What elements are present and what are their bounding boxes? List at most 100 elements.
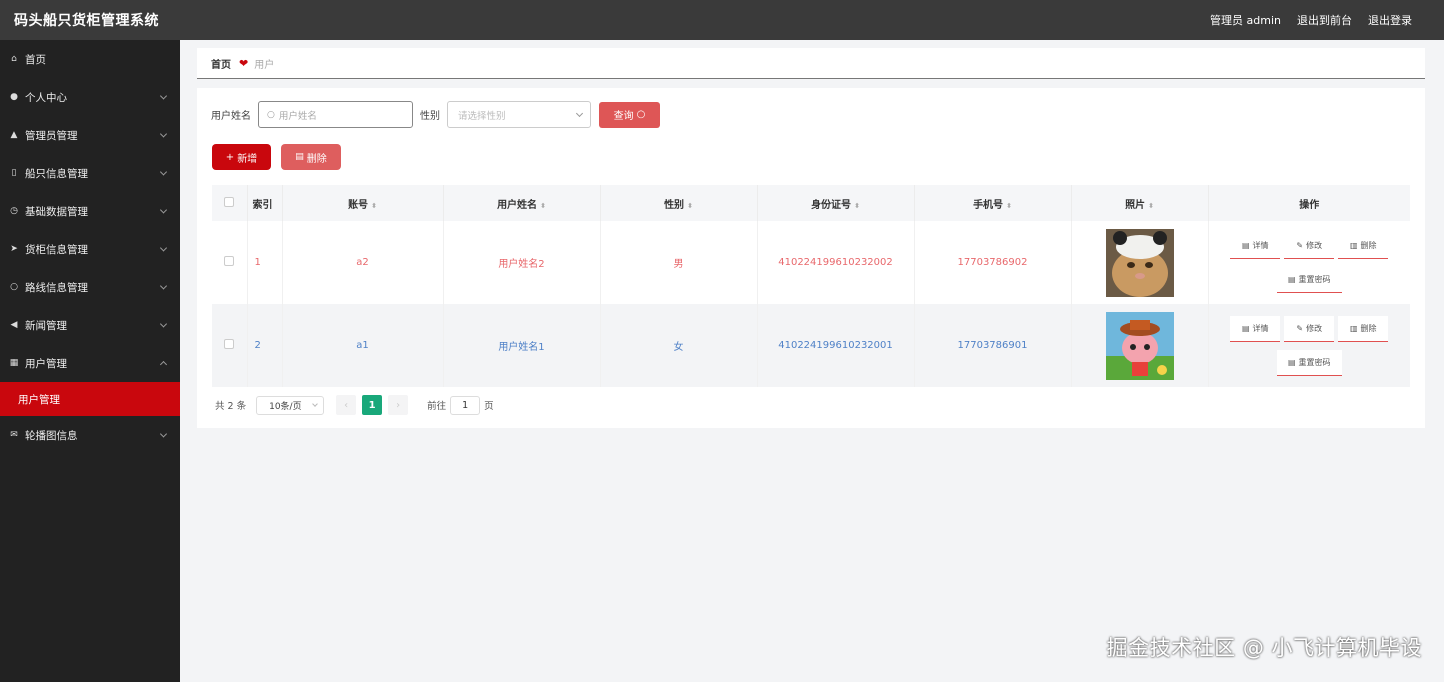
reset-password-button[interactable]: ▤ 重置密码 [1276, 266, 1342, 293]
logout-link[interactable]: 退出登录 [1368, 12, 1412, 28]
column-header-id-card[interactable]: 身份证号 ⬍ [757, 185, 915, 221]
goto-page-input[interactable]: 1 [450, 395, 481, 415]
cell-gender: 男 [600, 221, 758, 304]
sidebar-item-news-management[interactable]: ◀ 新闻管理 [0, 306, 180, 344]
sidebar-item-label: 管理员管理 [25, 129, 78, 142]
chevron-down-icon [159, 92, 168, 100]
search-icon: ○ [267, 109, 275, 120]
sidebar-subitem-user-management[interactable]: 用户管理 [0, 382, 180, 416]
cell-name: 用户姓名2 [443, 221, 601, 304]
page-number-button[interactable]: 1 [362, 395, 383, 415]
trash-icon: ▥ [1349, 240, 1358, 250]
detail-label: 详情 [1252, 240, 1269, 250]
sidebar-item-route-management[interactable]: ○ 路线信息管理 [0, 268, 180, 306]
chevron-down-icon [312, 401, 318, 407]
sidebar-item-label: 船只信息管理 [25, 167, 88, 180]
query-button-label: 查询 [613, 111, 634, 122]
detail-button[interactable]: ▤ 详情 [1230, 232, 1281, 259]
search-icon: ○ [636, 109, 646, 120]
delete-button[interactable]: ▥ 删除 [1338, 315, 1389, 342]
sidebar-item-container-management[interactable]: ➤ 货柜信息管理 [0, 230, 180, 268]
sidebar-item-admin-management[interactable]: ▲ 管理员管理 [0, 116, 180, 154]
row-checkbox[interactable] [224, 256, 235, 266]
clock-icon: ◷ [10, 206, 18, 216]
chevron-down-icon [159, 282, 168, 290]
sort-icon: ⬍ [854, 201, 860, 210]
user-icon: ● [10, 92, 18, 102]
document-icon: ▤ [1241, 323, 1250, 333]
chevron-down-icon [159, 244, 168, 252]
row-checkbox-cell [212, 304, 248, 387]
add-button-label: 新增 [237, 153, 258, 165]
row-actions: ▤ 详情 ✎ 修改 ▥ 删除 ▤ 重置密码 [1224, 315, 1394, 376]
admin-account-label: 管理员 admin [1210, 14, 1281, 27]
admin-icon: ▲ [10, 130, 18, 140]
delete-label: 删除 [1360, 240, 1377, 250]
sidebar: ⌂ 首页 ● 个人中心 ▲ 管理员管理 ▯ 船只信息管理 ◷ 基础数据管理 ➤ … [0, 40, 180, 682]
next-page-button[interactable]: › [388, 395, 409, 415]
cell-actions: ▤ 详情 ✎ 修改 ▥ 删除 ▤ 重置密码 [1208, 304, 1410, 387]
pagination: 共 2 条 10条/页 ‹ 1 › 前往 1 页 [215, 395, 494, 415]
cell-phone: 17703786902 [914, 221, 1072, 304]
column-header-gender[interactable]: 性别 ⬍ [600, 185, 758, 221]
ship-icon: ▯ [11, 168, 17, 178]
delete-button[interactable]: ▥ 删除 [1338, 232, 1389, 259]
cell-id-card: 410224199610232001 [757, 304, 915, 387]
sidebar-item-label: 首页 [25, 53, 46, 66]
top-bar: 码头船只货柜管理系统 管理员 admin 退出到前台 退出登录 [0, 0, 1444, 40]
main-area: 首页 ❤ 用户 用户姓名 ○ 用户姓名 性别 请选择性别 查询 ○ + 新增 ▤… [180, 40, 1444, 682]
plus-icon: + [225, 151, 235, 163]
gender-select[interactable]: 请选择性别 [447, 101, 591, 128]
user-table: 索引 账号 ⬍ 用户姓名 ⬍ 性别 ⬍ 身份证号 ⬍ 手机号 ⬍ 照片 ⬍ 操作 1 a2 … [212, 185, 1410, 387]
column-header-label: 身份证号 [811, 199, 852, 211]
column-header-phone[interactable]: 手机号 ⬍ [914, 185, 1072, 221]
top-bar-actions: 管理员 admin 退出到前台 退出登录 [1210, 12, 1412, 28]
select-all-checkbox[interactable] [224, 196, 235, 207]
breadcrumb-home[interactable]: 首页 [211, 56, 231, 71]
cell-account: a1 [282, 304, 444, 387]
sidebar-item-personal-center[interactable]: ● 个人中心 [0, 78, 180, 116]
document-icon: ▤ [1287, 274, 1296, 284]
page-size-select[interactable]: 10条/页 [256, 395, 325, 415]
query-button[interactable]: 查询 ○ [599, 101, 660, 128]
column-header-name[interactable]: 用户姓名 ⬍ [443, 185, 601, 221]
search-bar: 用户姓名 ○ 用户姓名 性别 请选择性别 查询 ○ [211, 101, 660, 128]
sidebar-item-carousel-info[interactable]: ✉ 轮播图信息 [0, 416, 180, 454]
exit-to-front-link[interactable]: 退出到前台 [1297, 12, 1352, 28]
user-photo-cat[interactable] [1105, 228, 1174, 297]
edit-icon: ✎ [1296, 240, 1304, 250]
batch-delete-button[interactable]: ▤ 删除 [281, 144, 341, 170]
trash-icon: ▤ [295, 152, 304, 162]
detail-button[interactable]: ▤ 详情 [1230, 315, 1281, 342]
column-header-actions: 操作 [1299, 199, 1320, 211]
batch-delete-label: 删除 [306, 153, 327, 165]
reset-password-label: 重置密码 [1298, 357, 1331, 367]
document-icon: ▤ [1287, 357, 1296, 367]
sidebar-item-home[interactable]: ⌂ 首页 [0, 40, 180, 78]
sidebar-item-ship-management[interactable]: ▯ 船只信息管理 [0, 154, 180, 192]
cell-gender: 女 [600, 304, 758, 387]
edit-icon: ✎ [1296, 323, 1304, 333]
column-header-account[interactable]: 账号 ⬍ [282, 185, 444, 221]
sidebar-item-basic-data-management[interactable]: ◷ 基础数据管理 [0, 192, 180, 230]
send-icon: ➤ [10, 244, 18, 254]
user-photo-cartoon[interactable] [1105, 311, 1174, 380]
prev-page-button[interactable]: ‹ [336, 395, 357, 415]
grid-icon: ▦ [9, 358, 19, 368]
sidebar-item-label: 轮播图信息 [25, 429, 78, 442]
edit-button[interactable]: ✎ 修改 [1284, 232, 1335, 259]
cell-photo [1071, 221, 1209, 304]
delete-label: 删除 [1360, 323, 1377, 333]
name-search-input[interactable]: ○ 用户姓名 [258, 101, 413, 128]
gender-placeholder: 请选择性别 [458, 110, 506, 122]
column-header-photo[interactable]: 照片 ⬍ [1071, 185, 1209, 221]
row-checkbox[interactable] [224, 339, 235, 349]
sidebar-item-user-management[interactable]: ▦ 用户管理 [0, 344, 180, 382]
detail-label: 详情 [1252, 323, 1269, 333]
reset-password-button[interactable]: ▤ 重置密码 [1276, 349, 1342, 376]
breadcrumb-current: 用户 [254, 59, 275, 71]
chevron-down-icon [575, 109, 584, 117]
edit-button[interactable]: ✎ 修改 [1284, 315, 1335, 342]
sidebar-item-label: 货柜信息管理 [25, 243, 88, 256]
add-button[interactable]: + 新增 [212, 144, 271, 170]
